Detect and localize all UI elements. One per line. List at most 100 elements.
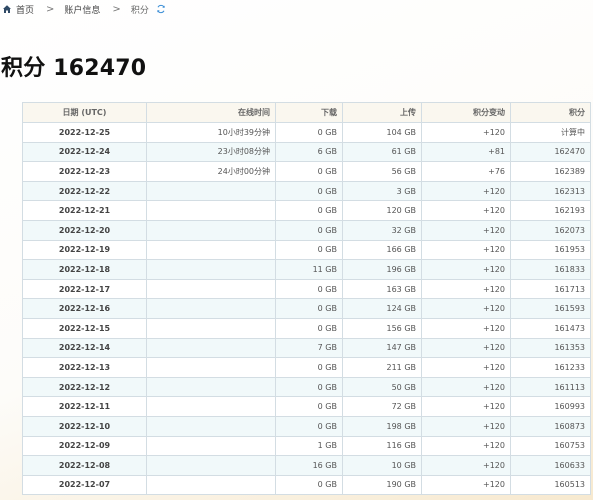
cell-online-time: 24小时00分钟 (146, 161, 276, 182)
cell-points-change: +81 (421, 141, 511, 163)
cell-date: 2022-12-22 (22, 180, 147, 202)
cell-date: 2022-12-07 (22, 474, 147, 496)
table-row: 2022-12-09 1 GB 116 GB +120 160753 (22, 435, 591, 457)
cell-download: 0 GB (275, 180, 343, 202)
cell-upload: 190 GB (342, 474, 422, 496)
points-table: 日期 (UTC) 在线时间 下载 上传 积分变动 积分 2022-12-25 10… (22, 102, 591, 496)
chevron-right-icon: > (112, 3, 121, 15)
table-row: 2022-12-11 0 GB 72 GB +120 160993 (22, 396, 591, 417)
cell-upload: 10 GB (342, 455, 422, 476)
table-row: 2022-12-14 7 GB 147 GB +120 161353 (22, 337, 591, 359)
table-row: 2022-12-21 0 GB 120 GB +120 162193 (22, 200, 591, 221)
cell-download: 0 GB (275, 122, 343, 143)
cell-date: 2022-12-08 (22, 455, 147, 476)
cell-points: 160513 (510, 474, 591, 496)
cell-points: 162313 (510, 180, 591, 202)
cell-download: 0 GB (275, 357, 343, 378)
cell-date: 2022-12-18 (22, 259, 147, 280)
cell-download: 1 GB (275, 435, 343, 457)
cell-download: 0 GB (275, 415, 343, 437)
cell-date: 2022-12-09 (22, 435, 147, 457)
cell-points-change: +120 (421, 298, 511, 319)
cell-download: 0 GB (275, 219, 343, 241)
cell-points: 161593 (510, 298, 591, 319)
cell-date: 2022-12-10 (22, 415, 147, 437)
cell-upload: 198 GB (342, 415, 422, 437)
cell-online-time (146, 376, 276, 398)
cell-points: 162389 (510, 161, 591, 182)
cell-date: 2022-12-11 (22, 396, 147, 417)
cell-online-time (146, 200, 276, 221)
cell-download: 0 GB (275, 278, 343, 300)
breadcrumb-account-link[interactable]: 账户信息 (64, 3, 100, 16)
home-icon[interactable] (2, 4, 12, 14)
cell-date: 2022-12-23 (22, 161, 147, 182)
cell-upload: 196 GB (342, 259, 422, 280)
table-body: 2022-12-25 10小时39分钟 0 GB 104 GB +120 计算中 2022-… (22, 122, 591, 496)
cell-points: 161353 (510, 337, 591, 359)
points-table-container: 日期 (UTC) 在线时间 下载 上传 积分变动 积分 2022-12-25 10… (22, 102, 591, 496)
cell-points-change: +120 (421, 455, 511, 476)
table-row: 2022-12-22 0 GB 3 GB +120 162313 (22, 180, 591, 202)
cell-download: 6 GB (275, 141, 343, 163)
cell-date: 2022-12-12 (22, 376, 147, 398)
cell-online-time (146, 337, 276, 359)
cell-online-time (146, 180, 276, 202)
cell-upload: 32 GB (342, 219, 422, 241)
breadcrumb-home-link[interactable]: 首页 (16, 3, 34, 16)
refresh-icon[interactable] (156, 4, 166, 14)
table-row: 2022-12-20 0 GB 32 GB +120 162073 (22, 219, 591, 241)
cell-date: 2022-12-14 (22, 337, 147, 359)
column-header-online-time: 在线时间 (146, 102, 276, 123)
cell-download: 0 GB (275, 376, 343, 398)
cell-points: 161473 (510, 317, 591, 339)
cell-online-time (146, 278, 276, 300)
column-header-points: 积分 (510, 102, 591, 123)
cell-online-time (146, 455, 276, 476)
cell-download: 11 GB (275, 259, 343, 280)
cell-date: 2022-12-19 (22, 239, 147, 261)
cell-points-change: +120 (421, 337, 511, 359)
cell-points: 161833 (510, 259, 591, 280)
cell-upload: 156 GB (342, 317, 422, 339)
cell-date: 2022-12-20 (22, 219, 147, 241)
cell-date: 2022-12-24 (22, 141, 147, 163)
cell-points-change: +120 (421, 435, 511, 457)
cell-online-time (146, 298, 276, 319)
cell-points: 160753 (510, 435, 591, 457)
page-title: 积分 162470 (1, 56, 147, 81)
column-header-date: 日期 (UTC) (22, 102, 147, 123)
chevron-right-icon: > (46, 3, 55, 15)
cell-points-change: +120 (421, 278, 511, 300)
cell-points: 162193 (510, 200, 591, 221)
table-row: 2022-12-10 0 GB 198 GB +120 160873 (22, 415, 591, 437)
cell-upload: 104 GB (342, 122, 422, 143)
cell-online-time (146, 396, 276, 417)
cell-upload: 211 GB (342, 357, 422, 378)
cell-online-time (146, 259, 276, 280)
table-row: 2022-12-07 0 GB 190 GB +120 160513 (22, 474, 591, 496)
cell-points-change: +120 (421, 200, 511, 221)
cell-date: 2022-12-21 (22, 200, 147, 221)
cell-online-time (146, 239, 276, 261)
cell-points-change: +120 (421, 396, 511, 417)
table-row: 2022-12-08 16 GB 10 GB +120 160633 (22, 455, 591, 476)
cell-date: 2022-12-16 (22, 298, 147, 319)
cell-upload: 61 GB (342, 141, 422, 163)
cell-points-change: +120 (421, 357, 511, 378)
cell-download: 0 GB (275, 298, 343, 319)
cell-online-time (146, 219, 276, 241)
cell-points: 160873 (510, 415, 591, 437)
breadcrumb: 首页 > 账户信息 > 积分 (2, 2, 166, 16)
table-row: 2022-12-25 10小时39分钟 0 GB 104 GB +120 计算中 (22, 122, 591, 143)
table-row: 2022-12-12 0 GB 50 GB +120 161113 (22, 376, 591, 398)
cell-points-change: +120 (421, 415, 511, 437)
cell-online-time: 10小时39分钟 (146, 122, 276, 143)
cell-points: 162073 (510, 219, 591, 241)
table-row: 2022-12-16 0 GB 124 GB +120 161593 (22, 298, 591, 319)
breadcrumb-current: 积分 (130, 5, 149, 16)
cell-points: 161113 (510, 376, 591, 398)
cell-online-time (146, 435, 276, 457)
cell-date: 2022-12-17 (22, 278, 147, 300)
cell-upload: 147 GB (342, 337, 422, 359)
